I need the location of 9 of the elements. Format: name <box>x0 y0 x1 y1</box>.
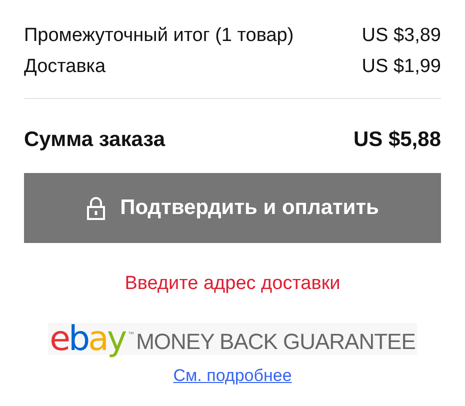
details-link[interactable]: См. подробнее <box>173 362 292 388</box>
total-value: US $5,88 <box>353 127 441 152</box>
summary-label: Промежуточный итог (1 товар) <box>24 24 294 47</box>
summary-label: Доставка <box>24 55 106 78</box>
total-label: Сумма заказа <box>24 127 166 152</box>
lock-icon <box>86 196 106 220</box>
error-message: Введите адрес доставки <box>124 272 342 296</box>
summary-value: US $3,89 <box>362 24 441 47</box>
summary-value: US $1,99 <box>362 55 441 78</box>
